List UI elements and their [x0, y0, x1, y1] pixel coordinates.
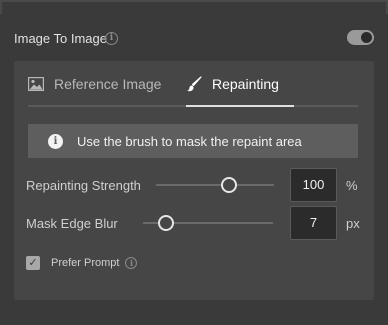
prefer-prompt-row: ✓ Prefer Prompt i [26, 255, 138, 271]
mask-edge-blur-row: Mask Edge Blur 7 px [14, 206, 374, 240]
info-icon: i [48, 133, 63, 149]
prefer-prompt-label: Prefer Prompt [51, 257, 120, 269]
prefer-prompt-checkbox[interactable]: ✓ [26, 256, 40, 270]
repainting-strength-label: Repainting Strength [26, 178, 141, 193]
info-icon[interactable]: i [105, 32, 118, 45]
repainting-strength-row: Repainting Strength 100 % [14, 168, 374, 202]
repainting-strength-slider-thumb[interactable] [221, 177, 238, 193]
repainting-strength-unit: % [346, 178, 358, 193]
repainting-strength-input[interactable]: 100 [290, 168, 337, 202]
tab-reference-image-label: Reference Image [54, 76, 162, 92]
section-title: Image To Image [14, 31, 107, 46]
mask-edge-blur-unit: px [346, 216, 360, 231]
brush-icon [186, 76, 202, 92]
image-icon [28, 77, 44, 91]
mask-edge-blur-slider[interactable] [143, 215, 273, 231]
tab-reference-image[interactable]: Reference Image [28, 71, 161, 97]
repainting-strength-slider[interactable] [156, 177, 274, 193]
left-edge [0, 0, 2, 14]
tab-repainting[interactable]: Repainting [186, 71, 279, 97]
banner-text: Use the brush to mask the repaint area [77, 133, 302, 149]
image-to-image-header: Image To Image i [14, 28, 374, 50]
toggle-knob [361, 32, 372, 43]
mask-edge-blur-input[interactable]: 7 [290, 206, 337, 240]
image-to-image-panel: Reference Image Repainting i Use the bru… [14, 61, 374, 300]
image-to-image-toggle[interactable] [347, 30, 374, 45]
tab-repainting-label: Repainting [212, 76, 279, 92]
info-icon[interactable]: i [125, 257, 138, 269]
info-banner: i Use the brush to mask the repaint area [28, 124, 358, 158]
active-tab-indicator [186, 105, 294, 107]
mask-edge-blur-slider-thumb[interactable] [158, 215, 175, 231]
mask-edge-blur-label: Mask Edge Blur [26, 216, 118, 231]
top-divider [0, 0, 388, 2]
